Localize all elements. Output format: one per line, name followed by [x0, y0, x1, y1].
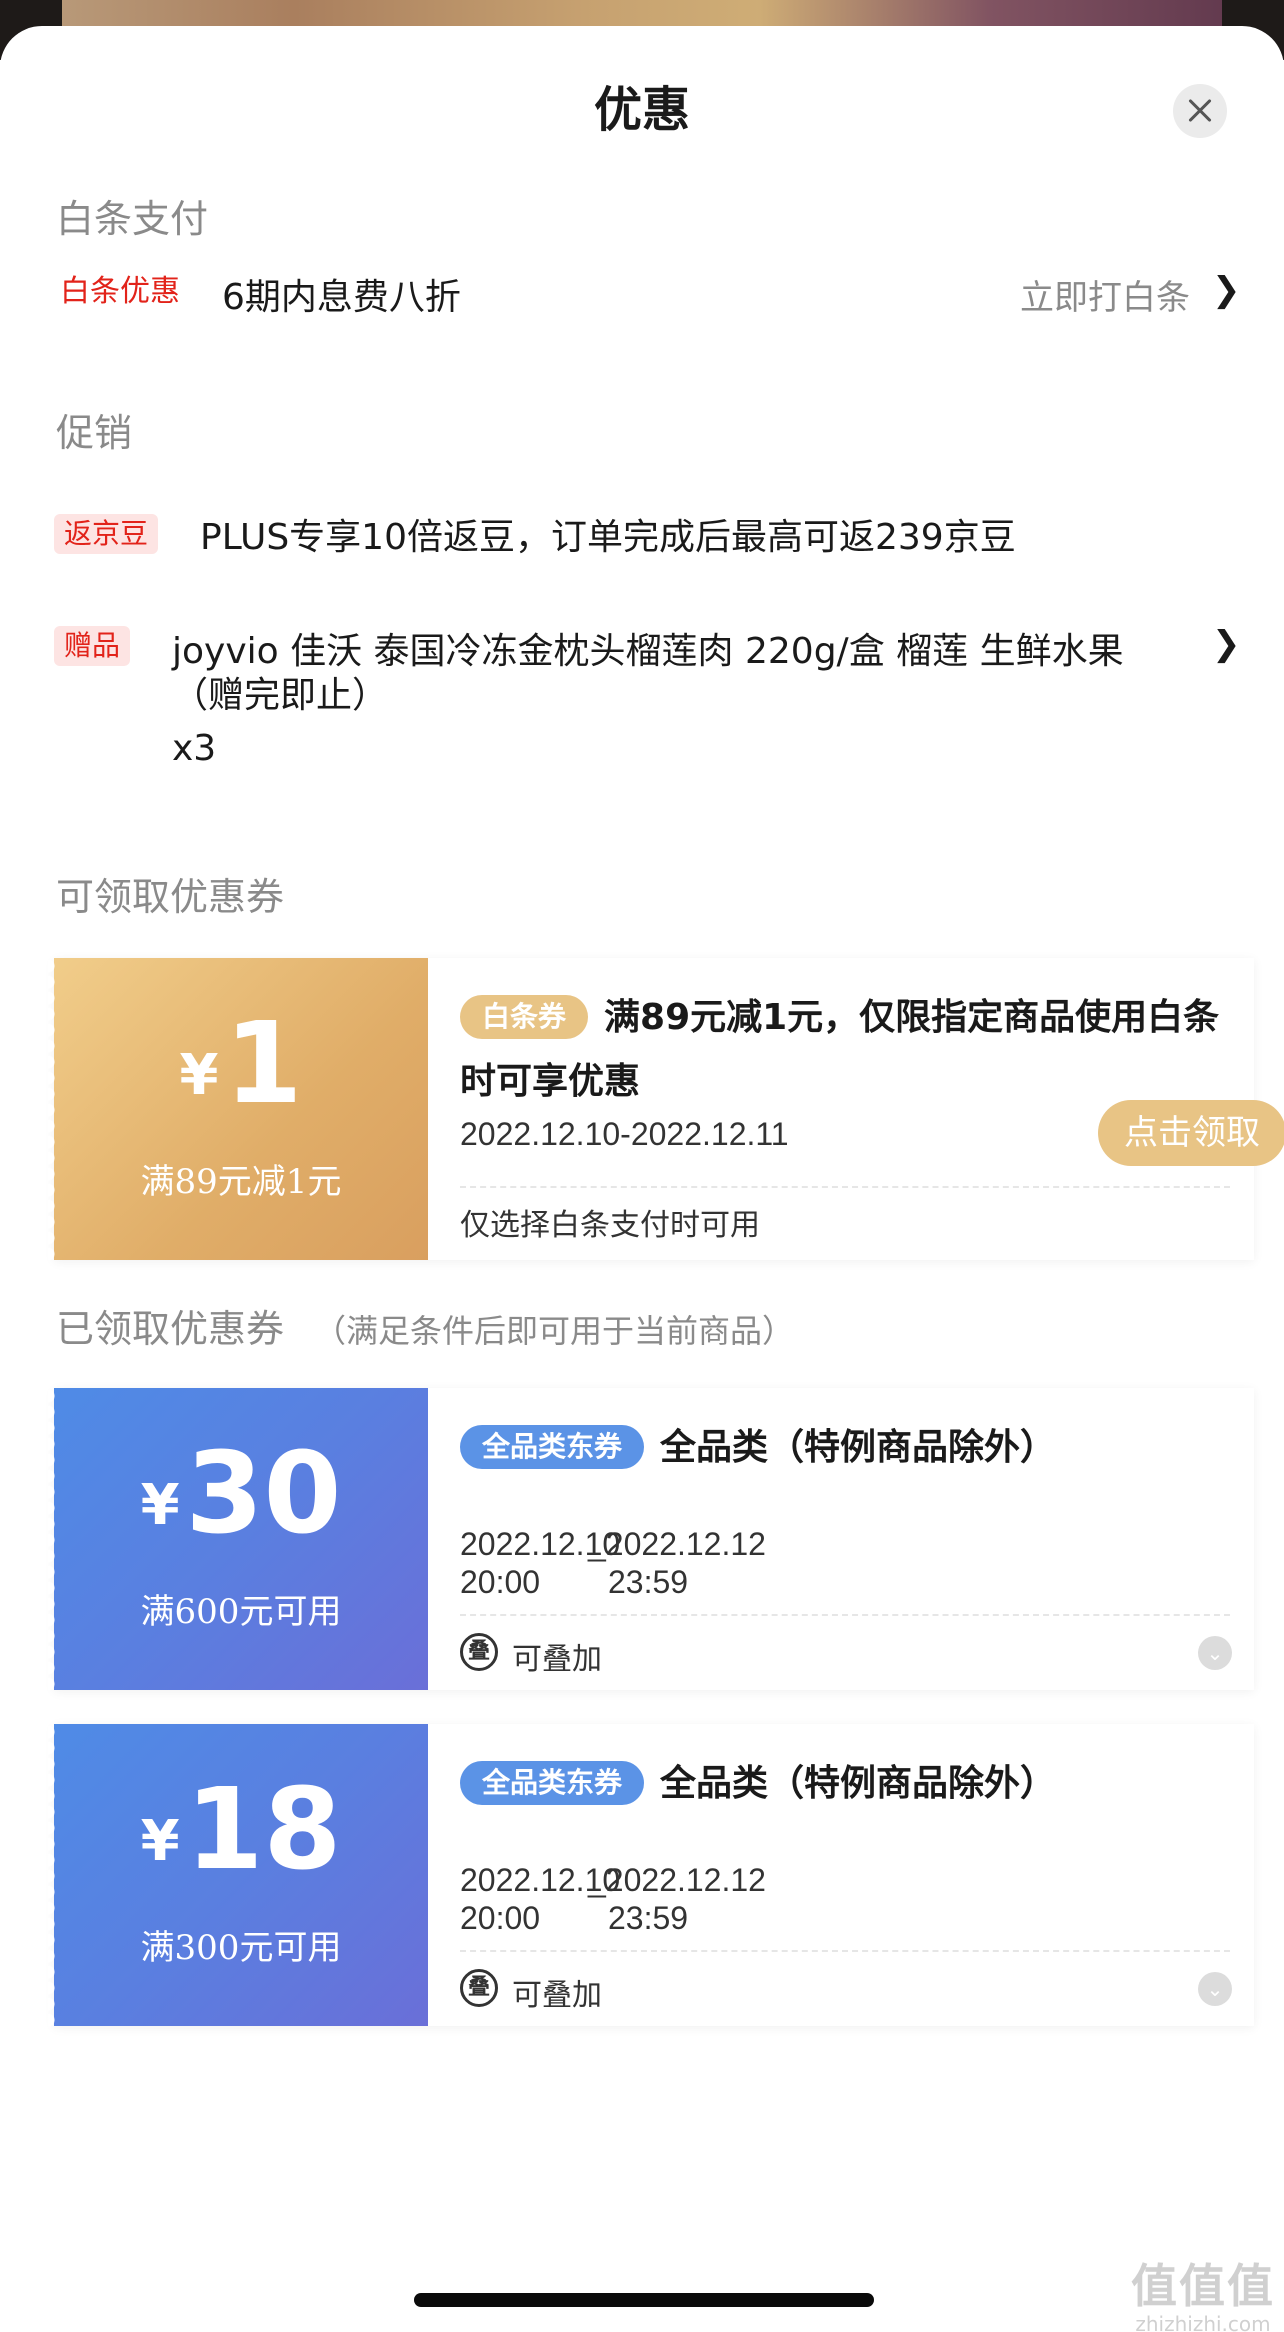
coupon-details: 白条券 满89元减1元，仅限指定商品使用白条时可享优惠 2022.12.10-20… — [428, 958, 1284, 1260]
stackable-label: 可叠加 — [512, 1642, 602, 1677]
close-icon[interactable] — [1173, 84, 1227, 138]
coupon-type-badge: 全品类东券 — [460, 1761, 645, 1805]
baitiao-action-link[interactable]: 立即打白条 — [1020, 270, 1190, 319]
home-indicator — [414, 2293, 874, 2307]
stackable-icon: 叠 — [460, 1969, 498, 2007]
coupon-validity: 2022.12.10-2022.12.11 — [460, 1116, 789, 1152]
watermark-logo: 值值值 zhizhizhi.com — [1128, 2250, 1278, 2332]
received-note: （满足条件后即可用于当前商品） — [314, 1312, 795, 1350]
coupon-type-badge: 全品类东券 — [460, 1425, 645, 1469]
coupon-condition: 满300元可用 — [140, 1928, 342, 1968]
chevron-down-icon[interactable]: ⌄ — [1198, 1972, 1232, 2006]
claim-coupon-button[interactable]: 点击领取 — [1098, 1100, 1284, 1166]
coupon-value: 30 — [185, 1429, 342, 1559]
coupon-amount-panel: ¥1 满89元减1元 — [48, 958, 428, 1260]
coupon-title-text: 全品类（特例商品除外） — [660, 1427, 1057, 1468]
available-coupons-label: 可领取优惠券 — [56, 875, 285, 919]
watermark-mark: 值值值 — [1131, 2259, 1275, 2313]
coupon-card[interactable]: ¥30 满600元可用 全品类东券 全品类（特例商品除外） 2022.12.10 … — [48, 1388, 1254, 1690]
received-title: 已领取优惠券 — [56, 1307, 285, 1351]
coupon-condition: 满600元可用 — [140, 1592, 342, 1632]
coupon-type-badge: 白条券 — [460, 995, 589, 1039]
baitiao-section-label: 白条支付 — [56, 197, 209, 241]
dashed-divider — [460, 1950, 1230, 1952]
coupon-value: 1 — [224, 999, 303, 1129]
coupon-amount: ¥18 — [54, 1774, 428, 1886]
coupon-end-date: _2022.12.12 — [588, 1526, 766, 1562]
coupon-title-text: 全品类（特例商品除外） — [660, 1763, 1057, 1804]
coupon-condition: 满89元减1元 — [140, 1162, 342, 1202]
coupon-title: 全品类东券 全品类（特例商品除外） — [460, 1752, 1230, 1816]
dashed-divider — [460, 1186, 1230, 1188]
currency-symbol: ¥ — [140, 1809, 180, 1874]
gift-text-line2: （赠完即止） — [172, 675, 389, 716]
dashed-divider — [460, 1614, 1230, 1616]
beans-text: PLUS专享10倍返豆，订单完成后最高可返239京豆 — [200, 517, 1016, 558]
coupon-amount-panel: ¥30 满600元可用 — [48, 1388, 428, 1690]
baitiao-coupon-card: ¥1 满89元减1元 白条券 满89元减1元，仅限指定商品使用白条时可享优惠 20… — [48, 958, 1284, 1260]
coupon-amount-panel: ¥18 满300元可用 — [48, 1724, 428, 2026]
chevron-right-icon: ❯ — [1212, 270, 1241, 310]
coupon-value: 18 — [185, 1765, 342, 1895]
coupon-title: 全品类东券 全品类（特例商品除外） — [460, 1416, 1230, 1480]
baitiao-tag: 白条优惠 — [60, 274, 180, 309]
chevron-right-icon: ❯ — [1212, 624, 1241, 664]
beans-tag: 返京豆 — [54, 514, 159, 554]
stackable-label: 可叠加 — [512, 1978, 602, 2013]
sheet-title: 优惠 — [593, 82, 690, 138]
coupon-end-time: 23:59 — [608, 1900, 689, 1936]
currency-symbol: ¥ — [140, 1473, 180, 1538]
coupon-amount: ¥30 — [54, 1438, 428, 1550]
gift-quantity: x3 — [172, 728, 217, 769]
coupon-usage-note: 仅选择白条支付时可用 — [460, 1208, 760, 1243]
watermark-site: zhizhizhi.com — [1135, 2312, 1271, 2332]
gift-tag: 赠品 — [54, 626, 131, 666]
coupon-end-time: 23:59 — [608, 1564, 689, 1600]
coupon-amount: ¥1 — [54, 1008, 428, 1120]
chevron-down-icon[interactable]: ⌄ — [1198, 1636, 1232, 1670]
received-coupons-label: 已领取优惠券 （满足条件后即可用于当前商品） — [56, 1298, 794, 1353]
coupon-details: 全品类东券 全品类（特例商品除外） 2022.12.10 20:00 _2022.… — [428, 1388, 1254, 1690]
coupon-start-time: 20:00 — [460, 1564, 541, 1600]
coupon-start-time: 20:00 — [460, 1900, 541, 1936]
coupon-end-date: _2022.12.12 — [588, 1862, 766, 1898]
promo-section-label: 促销 — [56, 411, 133, 455]
baitiao-offer-text: 6期内息费八折 — [222, 277, 461, 318]
currency-symbol: ¥ — [179, 1043, 219, 1108]
coupon-card[interactable]: ¥18 满300元可用 全品类东券 全品类（特例商品除外） 2022.12.10 … — [48, 1724, 1254, 2026]
coupon-title: 白条券 满89元减1元，仅限指定商品使用白条时可享优惠 — [460, 986, 1230, 1114]
coupon-details: 全品类东券 全品类（特例商品除外） 2022.12.10 20:00 _2022.… — [428, 1724, 1254, 2026]
stackable-icon: 叠 — [460, 1633, 498, 1671]
